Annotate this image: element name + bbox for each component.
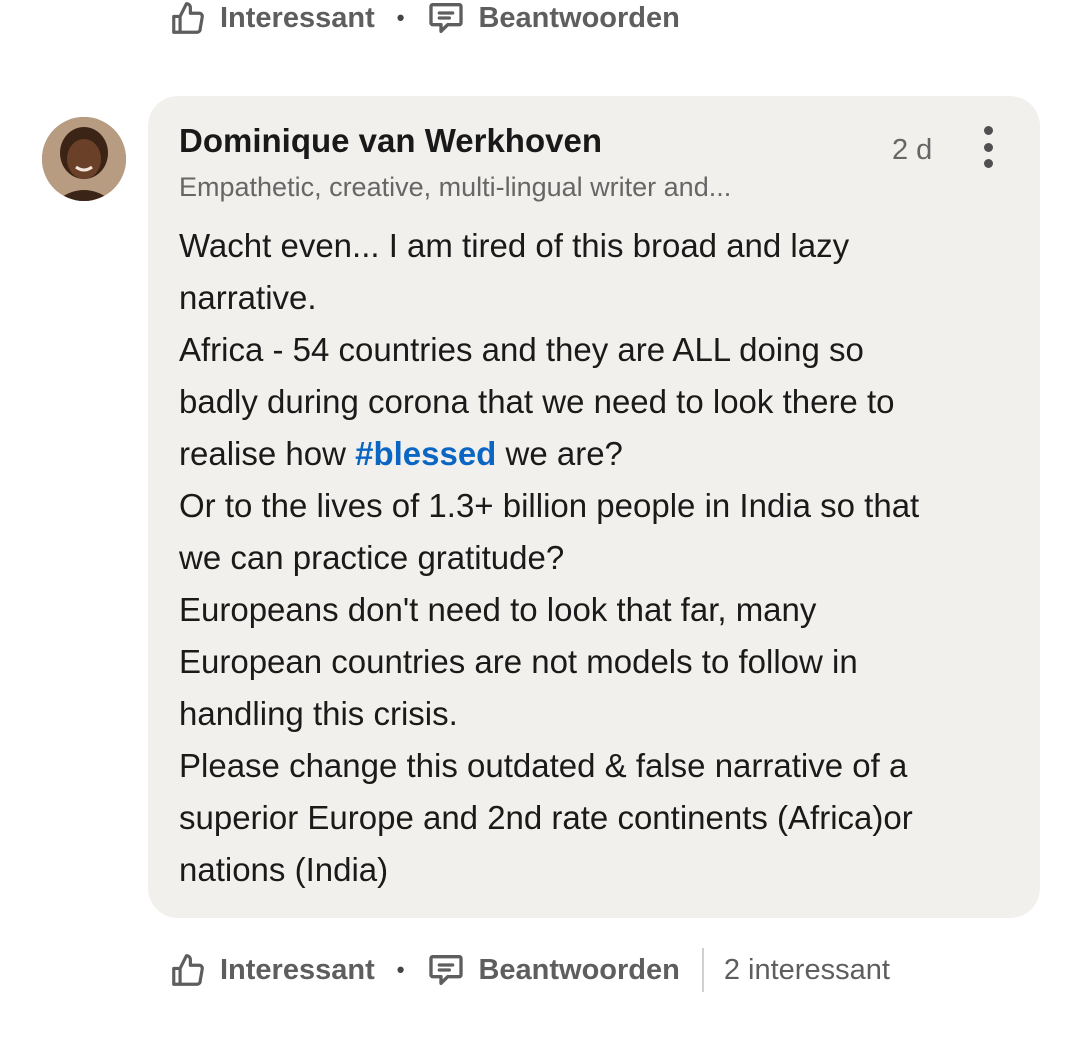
comment-timestamp: 2 d	[892, 134, 933, 166]
comment-line: realise how #blessed we are?	[179, 435, 623, 472]
separator-dot: •	[396, 957, 405, 982]
divider	[701, 948, 704, 992]
more-options-button[interactable]	[972, 126, 1004, 168]
comment-line: nations (India)	[179, 851, 389, 888]
comment-line: narrative.	[179, 279, 317, 316]
comment-line: Africa - 54 countries and they are ALL d…	[179, 331, 864, 368]
comment-bubble-icon	[426, 0, 466, 38]
comment-line: Please change this outdated & false narr…	[179, 747, 908, 784]
author-headline: Empathetic, creative, multi-lingual writ…	[179, 172, 732, 202]
reply-label: Beantwoorden	[478, 953, 680, 986]
like-label: Interessant	[220, 953, 375, 986]
separator-dot: •	[396, 5, 405, 30]
previous-comment-actions: Interessant • Beantwoorden	[168, 0, 680, 40]
reply-label: Beantwoorden	[478, 1, 680, 34]
like-button[interactable]: Interessant	[168, 0, 375, 38]
comment-line: we can practice gratitude?	[179, 539, 565, 576]
comment-bubble-icon	[426, 950, 466, 990]
thumbs-up-icon	[168, 950, 208, 990]
like-label: Interessant	[220, 1, 375, 34]
comment-line: Wacht even... I am tired of this broad a…	[179, 227, 850, 264]
more-vertical-icon-dot	[983, 126, 993, 135]
comment-line: superior Europe and 2nd rate continents …	[179, 799, 913, 836]
avatar[interactable]	[42, 117, 126, 201]
more-vertical-icon-dot	[983, 142, 993, 152]
comment-bubble: Dominique van Werkhoven Empathetic, crea…	[148, 96, 1040, 918]
comment-actions: Interessant • Beantwoorden 2 interessant	[168, 948, 890, 992]
comment-line: European countries are not models to fol…	[179, 643, 858, 680]
thumbs-up-icon	[168, 0, 208, 38]
reply-button[interactable]: Beantwoorden	[426, 0, 680, 38]
comment-line: badly during corona that we need to look…	[179, 383, 895, 420]
author-name[interactable]: Dominique van Werkhoven	[179, 122, 602, 160]
reply-button[interactable]: Beantwoorden	[426, 950, 680, 990]
comment-line: handling this crisis.	[179, 695, 458, 732]
hashtag-link[interactable]: #blessed	[355, 435, 496, 472]
like-button[interactable]: Interessant	[168, 950, 375, 990]
comment-line: Europeans don't need to look that far, m…	[179, 591, 817, 628]
reaction-count[interactable]: 2 interessant	[724, 954, 890, 987]
comment-body: Wacht even... I am tired of this broad a…	[179, 220, 1019, 896]
more-vertical-icon-dot	[983, 159, 993, 168]
comment-line: Or to the lives of 1.3+ billion people i…	[179, 487, 920, 524]
